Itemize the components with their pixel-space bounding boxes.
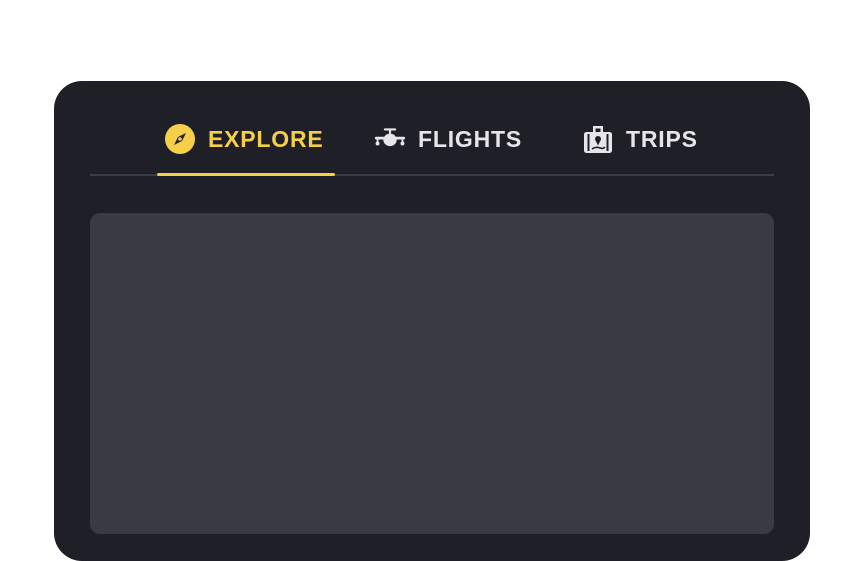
active-tab-indicator [157, 173, 335, 176]
app-card: EXPLORE FLIGHTS TRIPS [54, 81, 810, 561]
tab-flights-label: FLIGHTS [418, 125, 522, 152]
tab-explore[interactable]: EXPLORE [164, 121, 324, 157]
airplane-icon [374, 123, 406, 155]
tab-trips[interactable]: TRIPS [582, 121, 698, 157]
tab-trips-label: TRIPS [626, 125, 698, 152]
tab-bar: EXPLORE FLIGHTS TRIPS [90, 81, 774, 176]
tab-explore-label: EXPLORE [208, 125, 324, 152]
content-panel [90, 213, 774, 534]
compass-icon [164, 123, 196, 155]
tab-flights[interactable]: FLIGHTS [374, 121, 522, 157]
luggage-icon [582, 123, 614, 155]
